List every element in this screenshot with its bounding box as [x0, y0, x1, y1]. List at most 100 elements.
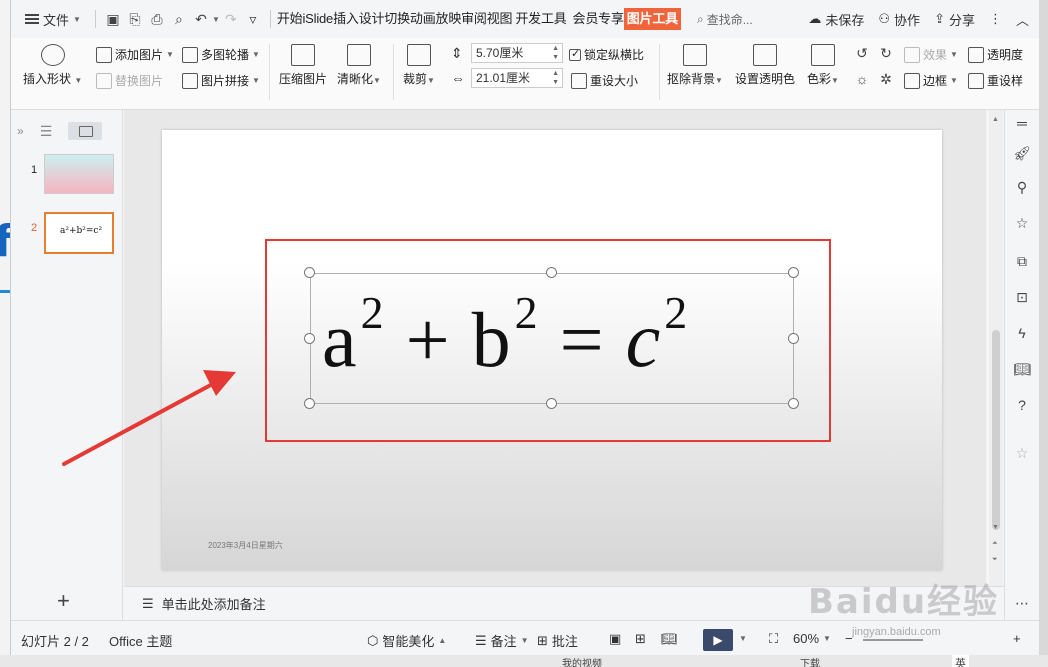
notes-placeholder: 单击此处添加备注: [161, 597, 266, 612]
tab-animations[interactable]: 动画: [410, 8, 436, 30]
set-transparent-color-button[interactable]: 设置透明色: [735, 44, 795, 87]
more-menu-button[interactable]: ⋮: [989, 11, 1002, 27]
theme-name[interactable]: Office 主题: [109, 631, 172, 650]
save-icon[interactable]: ▣: [104, 10, 122, 28]
unsaved-button[interactable]: ☁ 未保存: [808, 10, 864, 29]
tab-insert[interactable]: 插入: [333, 8, 359, 30]
effects-button[interactable]: 效果 ▼: [904, 46, 958, 63]
tab-review[interactable]: 审阅: [461, 8, 487, 30]
command-search[interactable]: ⌕ 查找命...: [697, 11, 753, 28]
picture-collage-button[interactable]: 图片拼接 ▼: [182, 72, 260, 89]
width-input[interactable]: 21.01厘米 ▲ ▼: [471, 68, 563, 88]
star-icon[interactable]: ☆: [1013, 214, 1031, 232]
zoom-level[interactable]: 60% ▼: [793, 631, 831, 646]
tab-developer[interactable]: 开发工具: [515, 8, 566, 30]
reset-style-button[interactable]: 重设样: [968, 72, 1023, 89]
transition-icon[interactable]: ⧉: [1013, 252, 1031, 270]
multi-carousel-button[interactable]: 多图轮播 ▼: [182, 46, 260, 63]
tab-member[interactable]: 会员专享: [573, 8, 624, 30]
resize-handle[interactable]: [304, 398, 315, 409]
tab-home[interactable]: 开始: [277, 8, 303, 30]
lightning-icon[interactable]: ϟ: [1013, 324, 1031, 342]
rotate-right-icon[interactable]: ↻: [877, 44, 895, 62]
expand-pane-icon[interactable]: »: [17, 124, 24, 138]
color-button[interactable]: 色彩▼: [807, 44, 839, 87]
collaborate-button[interactable]: ⚇ 协作: [878, 10, 920, 29]
zoom-in-icon[interactable]: +: [1013, 631, 1021, 646]
tab-view[interactable]: 视图: [487, 8, 513, 30]
play-slideshow-icon[interactable]: ▶: [703, 629, 733, 651]
resize-handle[interactable]: [788, 398, 799, 409]
resize-handle[interactable]: [546, 267, 557, 278]
tab-design[interactable]: 设计: [359, 8, 385, 30]
resize-handle[interactable]: [546, 398, 557, 409]
comments-button[interactable]: ⊞ 批注: [537, 631, 578, 650]
scroll-down-icon[interactable]: ▼: [992, 524, 999, 531]
print-icon[interactable]: ⎙: [148, 10, 166, 28]
lock-aspect-ratio-checkbox[interactable]: 锁定纵横比: [569, 46, 644, 63]
scrollbar-thumb[interactable]: [992, 330, 1000, 530]
add-slide-icon[interactable]: +: [57, 588, 70, 614]
normal-view-icon[interactable]: ▣: [609, 631, 621, 647]
smart-beautify-button[interactable]: ⬡ 智能美化 ▲: [367, 631, 446, 650]
vertical-scrollbar[interactable]: ▲ ▼ ⏶ ⏷: [989, 110, 1003, 586]
next-slide-icon[interactable]: ⏷: [992, 556, 998, 564]
style-icon[interactable]: ⊡: [1013, 288, 1031, 306]
insert-shape-button[interactable]: 插入形状 ▼: [23, 44, 82, 87]
rocket-icon[interactable]: 🚀︎: [1013, 144, 1031, 162]
previous-slide-icon[interactable]: ⏶: [992, 540, 998, 548]
slide-view-icon[interactable]: [68, 122, 103, 140]
replace-picture-button[interactable]: 替换图片: [96, 72, 163, 89]
brightness-up-icon[interactable]: ☼: [853, 70, 871, 88]
spinner-arrows-icon[interactable]: ▲ ▼: [552, 69, 559, 87]
help-icon[interactable]: ?: [1013, 396, 1031, 414]
spinner-arrows-icon[interactable]: ▲ ▼: [552, 44, 559, 62]
redo-icon[interactable]: ↷: [222, 10, 240, 28]
zoom-slider[interactable]: [863, 639, 923, 641]
add-picture-button[interactable]: 添加图片 ▼: [96, 46, 174, 63]
scroll-up-icon[interactable]: ▲: [992, 116, 999, 123]
resize-handle[interactable]: [304, 333, 315, 344]
file-menu-button[interactable]: 文件 ▼: [11, 0, 89, 38]
customize-quick-access-icon[interactable]: ▿: [244, 10, 262, 28]
tab-picture-tools[interactable]: 图片工具: [623, 8, 681, 30]
tab-slideshow[interactable]: 放映: [436, 8, 462, 30]
notes-toggle-button[interactable]: ☰ 备注 ▼: [475, 631, 529, 650]
print-preview-icon[interactable]: ⌕: [170, 10, 188, 28]
border-button[interactable]: 边框 ▼: [904, 72, 958, 89]
reading-view-icon[interactable]: 📖︎: [661, 631, 678, 647]
book-icon[interactable]: 📖︎: [1013, 360, 1031, 378]
compress-picture-button[interactable]: 压缩图片: [279, 44, 327, 87]
sharpen-button[interactable]: 清晰化▼: [337, 44, 381, 87]
share-button[interactable]: ⇪ 分享: [934, 10, 975, 29]
rotate-left-icon[interactable]: ↺: [853, 44, 871, 62]
play-dropdown-icon[interactable]: ▼: [739, 634, 747, 643]
transparency-button[interactable]: 透明度: [968, 46, 1023, 63]
outline-view-icon[interactable]: ☰: [40, 123, 53, 140]
folder-star-icon[interactable]: ☆: [1013, 444, 1031, 462]
resize-handle[interactable]: [788, 267, 799, 278]
more-horizontal-icon[interactable]: ⋯: [1013, 594, 1031, 612]
undo-icon[interactable]: ↶: [192, 10, 210, 28]
tab-transitions[interactable]: 切换: [384, 8, 410, 30]
reset-size-button[interactable]: 重设大小: [571, 72, 638, 89]
fit-window-icon[interactable]: ⛶: [769, 631, 778, 647]
slide-thumbnail-2[interactable]: a²+b²=c²: [44, 212, 114, 254]
undo-dropdown-icon[interactable]: ▼: [212, 15, 220, 24]
slide-thumbnail-1[interactable]: [44, 154, 114, 194]
adjust-icon[interactable]: ⚲: [1013, 178, 1031, 196]
height-input[interactable]: 5.70厘米 ▲ ▼: [471, 43, 563, 63]
resize-handle[interactable]: [788, 333, 799, 344]
slide-sorter-icon[interactable]: ⊞: [635, 631, 646, 647]
resize-handle[interactable]: [304, 267, 315, 278]
taskbar-item-downloads[interactable]: 下载: [800, 655, 820, 667]
tab-islide[interactable]: iSlide: [302, 8, 333, 30]
current-slide[interactable]: a2 + b2 = c2 2023年3月4日星期六: [162, 130, 942, 570]
remove-background-button[interactable]: 抠除背景▼: [667, 44, 723, 87]
crop-button[interactable]: 裁剪▼: [403, 44, 435, 87]
export-pdf-icon[interactable]: ⎘: [126, 10, 144, 28]
brightness-down-icon[interactable]: ✲: [877, 70, 895, 88]
ime-indicator[interactable]: 英: [952, 655, 969, 667]
taskbar-item-videos[interactable]: 我的视频: [562, 655, 602, 667]
collapse-ribbon-button[interactable]: ︿: [1016, 10, 1029, 29]
